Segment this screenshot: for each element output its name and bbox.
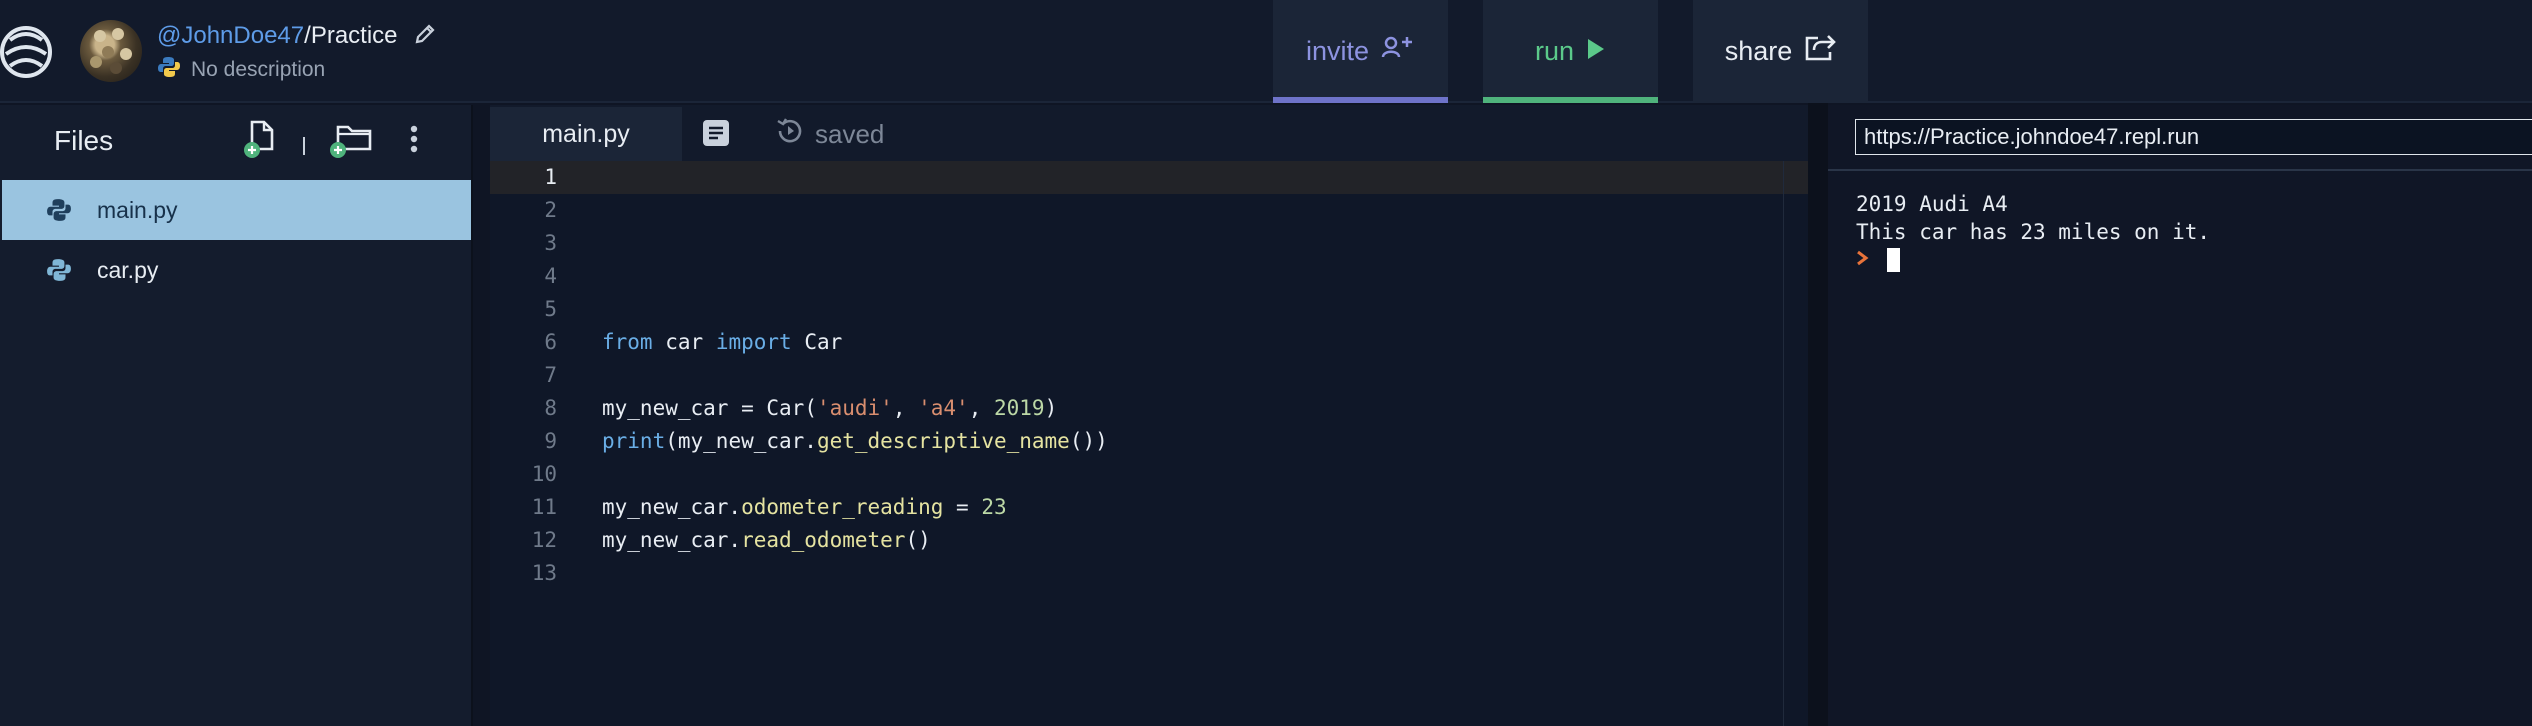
run-label: run: [1534, 36, 1575, 66]
panel-resize-handle[interactable]: [1808, 103, 1828, 726]
new-file-icon[interactable]: [242, 119, 278, 164]
line-number: 13: [531, 561, 557, 585]
share-icon: [1804, 34, 1837, 69]
code-line: 3: [490, 227, 1808, 260]
files-title: Files: [54, 125, 114, 156]
python-icon: [157, 55, 181, 85]
line-number: 6: [544, 330, 557, 354]
code-text: print(my_new_car.get_descriptive_name()): [602, 429, 1108, 453]
code-line: 6 from car import Car: [490, 326, 1808, 359]
code-line: 9 print(my_new_car.get_descriptive_name()…: [490, 425, 1808, 458]
top-bar: @JohnDoe47/Practice No description invit…: [0, 0, 2532, 103]
code-line: 4: [490, 260, 1808, 293]
toolbar-separator: [303, 137, 305, 155]
replit-logo-icon[interactable]: [0, 18, 58, 86]
code-text: my_new_car = Car('audi', 'a4', 2019): [602, 396, 1058, 420]
files-panel: Files main.py car.py: [0, 105, 473, 726]
notes-icon[interactable]: [701, 118, 731, 153]
line-number: 7: [544, 363, 557, 387]
username-link[interactable]: @JohnDoe47: [157, 22, 304, 49]
line-number: 8: [544, 396, 557, 420]
line-number: 12: [531, 528, 557, 552]
editor-tab-bar: main.py saved: [490, 105, 1808, 161]
code-text: my_new_car.odometer_reading = 23: [602, 495, 1007, 519]
prompt-chevron-icon: [1856, 248, 1870, 268]
line-number: 9: [544, 429, 557, 453]
line-number: 4: [544, 264, 557, 288]
new-folder-icon[interactable]: [328, 119, 376, 164]
tab-main-py[interactable]: main.py: [490, 105, 682, 161]
run-underline: [1483, 97, 1658, 103]
python-file-icon: [46, 257, 72, 289]
code-line: 5: [490, 293, 1808, 326]
console-output-line: 2019 Audi A4: [1856, 192, 2008, 216]
invite-label: invite: [1305, 36, 1370, 66]
edit-pencil-icon[interactable]: [414, 23, 436, 52]
code-line: 11 my_new_car.odometer_reading = 23: [490, 491, 1808, 524]
console-cursor[interactable]: [1887, 248, 1900, 272]
save-status: saved: [775, 116, 884, 153]
repl-url-field[interactable]: https://Practice.johndoe47.repl.run: [1855, 119, 2532, 155]
file-item-main-py[interactable]: main.py: [2, 180, 471, 240]
description-text: No description: [191, 58, 326, 81]
line-number: 1: [544, 165, 557, 189]
code-line: 10: [490, 458, 1808, 491]
code-line: 12 my_new_car.read_odometer(): [490, 524, 1808, 557]
repl-name[interactable]: Practice: [311, 22, 398, 49]
play-icon: [1586, 36, 1606, 67]
invite-underline: [1273, 97, 1448, 103]
more-options-icon[interactable]: [408, 119, 420, 164]
editor-panel: main.py saved 1 2 3 4 5 6 from car import…: [490, 105, 1808, 726]
line-number: 11: [531, 495, 557, 519]
console-panel: https://Practice.johndoe47.repl.run 2019…: [1828, 105, 2532, 726]
run-button[interactable]: run: [1483, 0, 1658, 103]
save-status-text: saved: [815, 119, 885, 149]
repl-title: @JohnDoe47/Practice: [157, 22, 436, 52]
code-line: 1: [490, 161, 1808, 194]
line-number: 10: [531, 462, 557, 486]
history-icon: [775, 116, 805, 153]
file-item-car-py[interactable]: car.py: [2, 240, 471, 300]
share-label: share: [1724, 36, 1793, 66]
title-separator: /: [304, 22, 311, 49]
line-number: 2: [544, 198, 557, 222]
repl-description[interactable]: No description: [157, 55, 325, 85]
line-number: 5: [544, 297, 557, 321]
python-file-icon: [46, 197, 72, 229]
file-name: main.py: [97, 197, 178, 223]
share-button[interactable]: share: [1693, 0, 1868, 103]
code-line: 8 my_new_car = Car('audi', 'a4', 2019): [490, 392, 1808, 425]
invite-button[interactable]: invite: [1273, 0, 1448, 103]
code-text: my_new_car.read_odometer(): [602, 528, 931, 552]
code-text: from car import Car: [602, 330, 843, 354]
file-name: car.py: [97, 257, 159, 283]
code-line: 7: [490, 359, 1808, 392]
console-divider: [1828, 169, 2532, 171]
files-header: Files: [0, 105, 471, 175]
code-line: 2: [490, 194, 1808, 227]
tab-label: main.py: [542, 119, 630, 148]
avatar[interactable]: [80, 20, 142, 82]
code-editor[interactable]: 1 2 3 4 5 6 from car import Car 7 8 my_new…: [490, 161, 1808, 726]
add-user-icon: [1381, 35, 1415, 68]
line-number: 3: [544, 231, 557, 255]
code-line: 13: [490, 557, 1808, 590]
console-output-line: This car has 23 miles on it.: [1856, 220, 2211, 244]
